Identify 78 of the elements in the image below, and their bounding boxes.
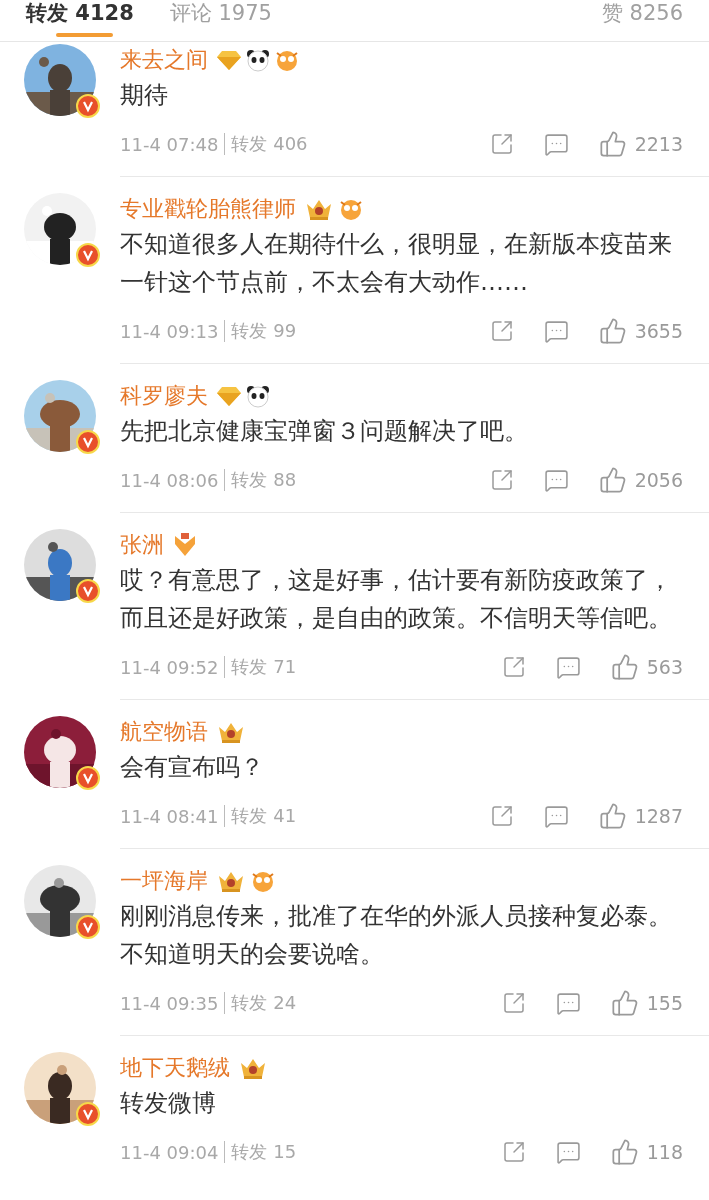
share-icon [489,319,514,343]
user-name[interactable]: 一坪海岸 [120,866,208,896]
thumbs-up-icon [598,466,627,494]
like-button[interactable]: 1287 [598,802,683,830]
share-button[interactable] [501,1140,526,1164]
thumbs-up-icon [610,1138,639,1166]
user-name[interactable]: 来去之间 [120,45,208,75]
share-button[interactable] [501,655,526,679]
like-button[interactable]: 2056 [598,466,683,494]
user-name[interactable]: 航空物语 [120,717,208,747]
repost-count: 转发 41 [231,804,297,828]
share-button[interactable] [489,468,514,492]
repost-count: 转发 88 [231,468,297,492]
like-button[interactable]: 155 [610,989,683,1017]
repost-text: 会有宣布吗？ [120,752,265,783]
thumbs-up-icon [598,130,627,158]
panda-icon [246,384,270,408]
repost-text: 期待 [120,80,169,111]
repost-count: 转发 406 [231,132,308,156]
comment-button[interactable] [543,467,569,493]
like-button[interactable]: 2213 [598,130,683,158]
timestamp: 11-4 09:35 [120,992,219,1014]
thumbs-up-icon [598,802,627,830]
comment-icon [543,131,569,157]
tab[interactable]: 评论 1975 [169,0,272,40]
comment-icon [543,803,569,829]
comment-icon [555,654,581,680]
repost-count: 转发 99 [231,319,297,343]
repost-count: 转发 24 [231,991,297,1015]
tab[interactable]: 转发 4128 [26,0,134,40]
user-name[interactable]: 地下天鹅绒 [120,1053,230,1083]
share-icon [501,1140,526,1164]
comment-button[interactable] [543,803,569,829]
share-button[interactable] [501,991,526,1015]
repost-text: 转发微博 [120,1088,217,1119]
timestamp: 11-4 09:13 [120,320,219,342]
like-button[interactable]: 563 [610,653,683,681]
user-name[interactable]: 专业戳轮胎熊律师 [120,194,296,224]
repost-text: 哎？有意思了，这是好事，估计要有新防疫政策了，而且还是好政策，是自由的政策。不信明天等信吧。 [120,565,673,634]
comment-button[interactable] [555,1139,581,1165]
repost-text: 先把北京健康宝弹窗３问题解决了吧。 [120,416,529,447]
comment-icon [555,990,581,1016]
timestamp: 11-4 08:06 [120,469,219,491]
comment-button[interactable] [543,131,569,157]
repost-text: 刚刚消息传来，批准了在华的外派人员接种复必泰。不知道明天的会要说啥。 [120,901,673,970]
share-button[interactable] [489,319,514,343]
comment-icon [543,318,569,344]
share-icon [489,132,514,156]
timestamp: 11-4 07:48 [120,133,219,155]
share-icon [501,991,526,1015]
comment-icon [555,1139,581,1165]
medal-icon [172,532,198,558]
thumbs-up-icon [610,653,639,681]
comment-button[interactable] [555,990,581,1016]
share-icon [489,468,514,492]
like-button[interactable]: 118 [610,1138,683,1166]
thumbs-up-icon [598,317,627,345]
comment-icon [543,467,569,493]
thumbs-up-icon [610,989,639,1017]
timestamp: 11-4 09:04 [120,1141,219,1163]
comment-button[interactable] [543,318,569,344]
share-button[interactable] [489,132,514,156]
diamond-icon [216,384,242,408]
repost-text: 不知道很多人在期待什么，很明显，在新版本疫苗来一针这个节点前，不太会有大动作…… [120,229,673,298]
repost-count: 转发 71 [231,655,297,679]
share-button[interactable] [489,804,514,828]
panda-icon [246,48,270,72]
share-icon [501,655,526,679]
likes-tab[interactable]: 赞 8256 [601,0,683,26]
user-name[interactable]: 科罗廖夫 [120,381,208,411]
timestamp: 11-4 08:41 [120,805,219,827]
diamond-icon [216,48,242,72]
repost-count: 转发 15 [231,1140,297,1164]
user-name[interactable]: 张洲 [120,530,164,560]
like-button[interactable]: 3655 [598,317,683,345]
comment-button[interactable] [555,654,581,680]
timestamp: 11-4 09:52 [120,656,219,678]
share-icon [489,804,514,828]
